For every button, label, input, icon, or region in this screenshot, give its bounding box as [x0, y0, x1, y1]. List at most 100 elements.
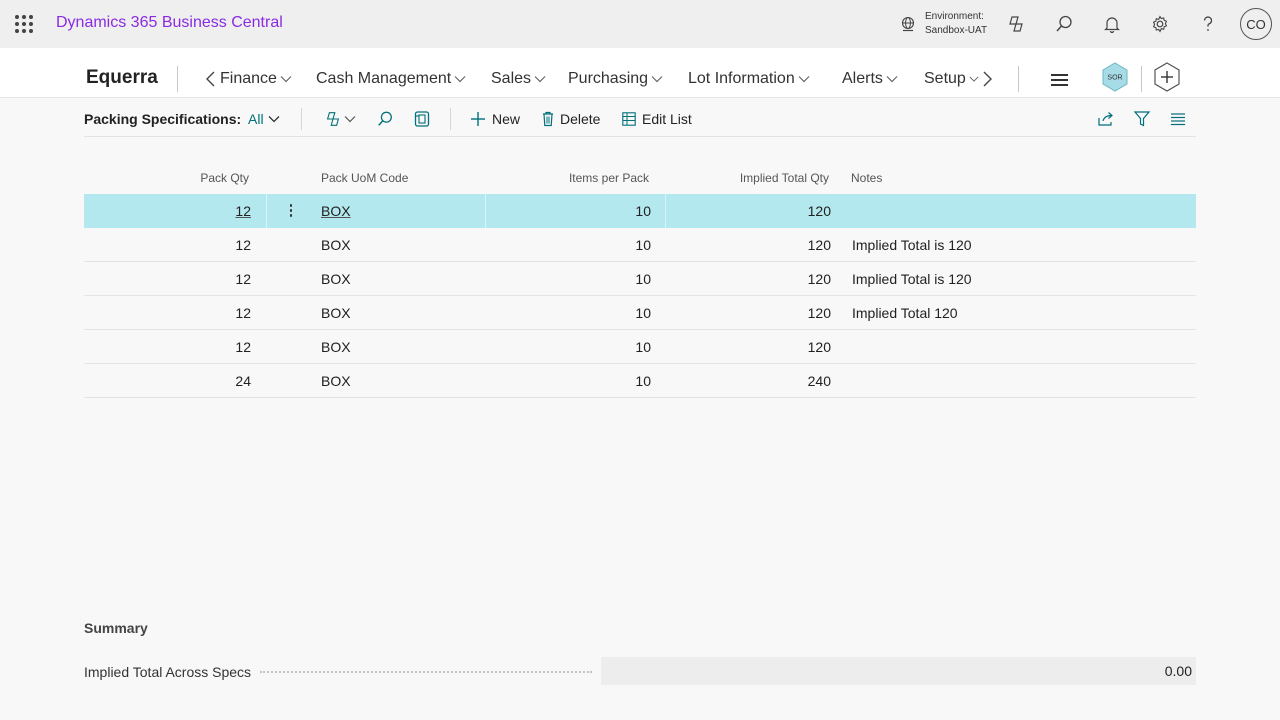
edit-list-button-label: Edit List — [642, 111, 692, 127]
cell-implied-total-qty: 120 — [807, 339, 831, 355]
cell-notes[interactable]: Implied Total 120 — [852, 296, 958, 330]
search-button[interactable] — [376, 109, 394, 129]
cell-items-per-pack[interactable]: 10 — [486, 194, 651, 228]
cell-pack-uom-code[interactable]: BOX — [321, 330, 351, 364]
table-row[interactable]: 12 BOX 10 120 Implied Total is 120 — [84, 262, 1196, 296]
cell-pack-qty[interactable]: 12 — [84, 330, 251, 364]
table-row[interactable]: 12 BOX 10 120 — [84, 194, 1196, 228]
chevron-left-icon[interactable] — [204, 70, 218, 88]
help-icon[interactable] — [1196, 12, 1220, 36]
cell-pack-qty[interactable]: 24 — [84, 364, 251, 398]
plus-icon — [471, 112, 485, 126]
nav-item-lot-information[interactable]: Lot Information — [688, 70, 810, 88]
nav-item-setup[interactable]: Setup — [924, 70, 979, 88]
filter-button[interactable] — [1134, 109, 1150, 129]
page-title: Packing Specifications: — [84, 111, 242, 127]
table-row[interactable]: 12 BOX 10 120 Implied Total 120 — [84, 296, 1196, 330]
cell-items-per-pack[interactable]: 10 — [486, 228, 651, 262]
action-separator — [301, 108, 302, 130]
new-button-label: New — [492, 111, 521, 127]
search-icon — [378, 111, 392, 126]
copilot-actions-button[interactable] — [324, 109, 356, 129]
action-bar: Packing Specifications: All New Delete E… — [84, 100, 1196, 137]
navigation-bar: Equerra Finance Cash Management Sales Pu… — [0, 48, 1280, 98]
nav-item-label: Alerts — [842, 70, 883, 87]
nav-separator — [1018, 66, 1019, 92]
cell-pack-qty[interactable]: 12 — [84, 262, 251, 296]
open-in-excel-button[interactable] — [414, 109, 430, 129]
nav-separator — [177, 66, 178, 92]
role-badge-icon[interactable]: SOR — [1099, 61, 1131, 93]
cell-pack-uom-code[interactable]: BOX — [321, 296, 351, 330]
environment-value: Sandbox-UAT — [925, 25, 988, 36]
app-launcher-icon[interactable] — [14, 14, 34, 34]
chevron-down-icon — [798, 76, 810, 83]
company-name[interactable]: Equerra — [86, 67, 158, 89]
column-header-pack-uom-code[interactable]: Pack UoM Code — [321, 171, 408, 185]
trash-icon — [543, 111, 553, 127]
nav-item-sales[interactable]: Sales — [491, 70, 546, 88]
cell-pack-uom-code[interactable]: BOX — [321, 262, 351, 296]
column-header-notes[interactable]: Notes — [851, 171, 882, 185]
nav-item-finance[interactable]: Finance — [220, 70, 292, 88]
cell-items-per-pack[interactable]: 10 — [486, 364, 651, 398]
action-separator — [450, 108, 451, 130]
delete-button-label: Delete — [560, 111, 601, 127]
cell-implied-total-qty: 120 — [807, 203, 831, 219]
bell-icon[interactable] — [1100, 12, 1124, 36]
cell-pack-uom-code[interactable]: BOX — [321, 364, 351, 398]
copilot-icon[interactable] — [1004, 12, 1028, 36]
cell-items-per-pack[interactable]: 10 — [486, 330, 651, 364]
new-button[interactable]: New — [470, 109, 520, 129]
delete-button[interactable]: Delete — [542, 109, 600, 129]
chevron-down-icon — [969, 76, 979, 82]
share-button[interactable] — [1097, 109, 1115, 129]
table-row[interactable]: 12 BOX 10 120 — [84, 330, 1196, 364]
app-title[interactable]: Dynamics 365 Business Central — [56, 14, 283, 32]
cell-pack-qty[interactable]: 12 — [84, 228, 251, 262]
cell-pack-qty[interactable]: 12 — [84, 296, 251, 330]
chevron-down-icon — [651, 76, 663, 83]
table-row[interactable]: 12 BOX 10 120 Implied Total is 120 — [84, 228, 1196, 262]
nav-item-alerts[interactable]: Alerts — [842, 70, 898, 88]
cell-pack-qty[interactable]: 12 — [84, 194, 251, 228]
summary-leader-dots — [260, 671, 592, 673]
list-view-button[interactable] — [1170, 109, 1186, 129]
nav-item-cash-management[interactable]: Cash Management — [316, 70, 466, 88]
row-actions-menu-icon[interactable] — [289, 204, 293, 220]
environment-info[interactable]: Environment: Sandbox-UAT — [900, 10, 987, 38]
cell-notes[interactable]: Implied Total is 120 — [852, 262, 972, 296]
cell-notes[interactable]: Implied Total is 120 — [852, 228, 972, 262]
user-avatar[interactable]: CO — [1240, 8, 1272, 40]
copilot-icon — [326, 112, 340, 126]
hamburger-menu-icon[interactable] — [1051, 74, 1068, 89]
view-filter-label: All — [248, 111, 264, 127]
cell-pack-uom-code[interactable]: BOX — [321, 194, 351, 228]
chevron-down-icon — [268, 116, 280, 123]
chevron-down-icon — [280, 76, 292, 83]
filter-icon — [1134, 111, 1150, 127]
table-row[interactable]: 24 BOX 10 240 — [84, 364, 1196, 398]
edit-list-icon — [622, 112, 636, 126]
gear-icon[interactable] — [1148, 12, 1172, 36]
nav-item-label: Setup — [924, 70, 966, 87]
cell-items-per-pack[interactable]: 10 — [486, 262, 651, 296]
edit-list-button[interactable]: Edit List — [622, 109, 692, 129]
column-header-items-per-pack[interactable]: Items per Pack — [486, 171, 649, 185]
nav-item-label: Sales — [491, 70, 532, 87]
nav-item-purchasing[interactable]: Purchasing — [568, 70, 663, 88]
nav-separator — [1141, 66, 1142, 92]
column-header-pack-qty[interactable]: Pack Qty — [84, 171, 249, 185]
summary-title[interactable]: Summary — [84, 620, 148, 636]
cell-implied-total-qty: 120 — [807, 305, 831, 321]
search-icon[interactable] — [1052, 12, 1076, 36]
cell-items-per-pack[interactable]: 10 — [486, 296, 651, 330]
cell-pack-uom-code[interactable]: BOX — [321, 228, 351, 262]
nav-item-label: Lot Information — [688, 70, 795, 87]
environment-label: Environment: — [925, 11, 984, 22]
view-filter-dropdown[interactable]: All — [248, 111, 280, 127]
cell-divider — [266, 194, 267, 228]
chevron-right-icon[interactable] — [980, 70, 994, 88]
column-header-implied-total-qty[interactable]: Implied Total Qty — [666, 171, 829, 185]
add-role-icon[interactable] — [1151, 61, 1183, 93]
